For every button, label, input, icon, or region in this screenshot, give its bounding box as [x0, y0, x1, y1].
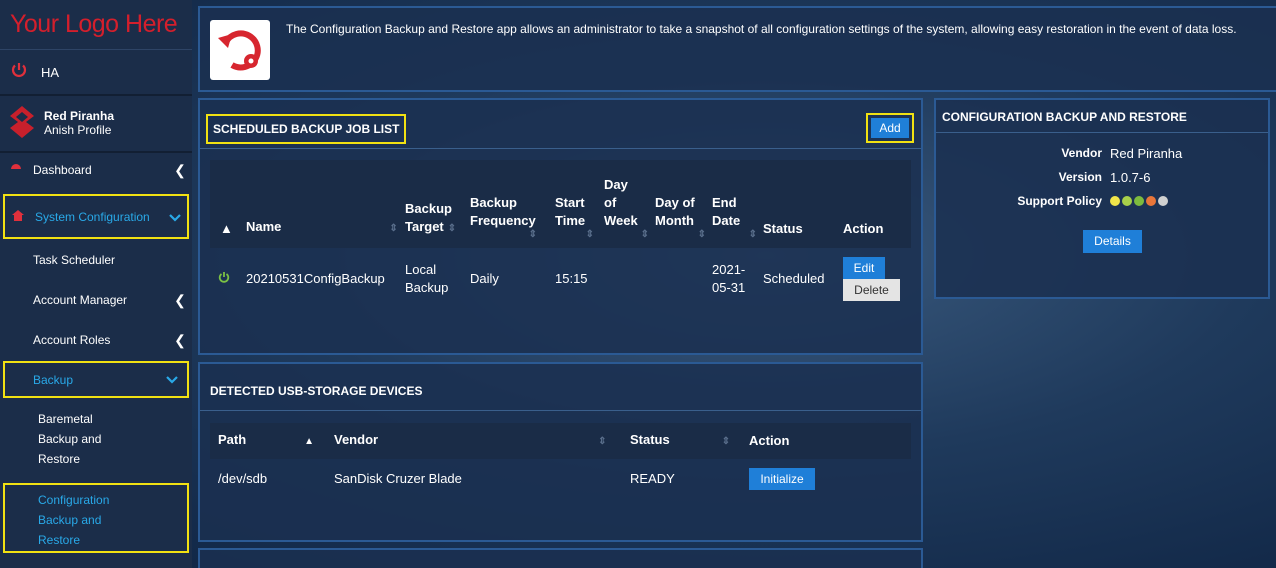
- column-header-target[interactable]: Backup Target ⇕: [405, 160, 470, 248]
- sidebar-item-label: Restore: [38, 452, 81, 466]
- column-header-frequency[interactable]: Backup Frequency ⇕: [470, 160, 555, 248]
- support-policy-dot: [1122, 196, 1132, 206]
- sidebar-item-label: Account Manager: [33, 293, 128, 307]
- usb-device-table: Path ▲ Vendor ⇕ Status ⇕ Action /dev/sdb Sa…: [210, 423, 911, 499]
- power-status-icon: [210, 248, 246, 310]
- support-policy-dot: [1134, 196, 1144, 206]
- power-icon: [10, 61, 30, 84]
- sidebar-item-dashboard[interactable]: Dashboard ❮: [0, 152, 192, 188]
- cell-day-of-week: [604, 248, 655, 310]
- sidebar: Your Logo Here HA Red Piranha Anish Prof…: [0, 0, 192, 568]
- panel-title: SCHEDULED BACKUP JOB LIST: [206, 114, 407, 144]
- version-label: Version: [1058, 170, 1102, 184]
- dashboard-icon: [10, 163, 26, 178]
- column-header-start-time[interactable]: Start Time ⇕: [555, 160, 604, 248]
- add-button-wrap: Add: [866, 113, 914, 143]
- table-row: /dev/sdb SanDisk Cruzer Blade READY Init…: [210, 459, 911, 499]
- column-header-path[interactable]: Path ▲: [210, 423, 334, 459]
- sidebar-item-task-scheduler[interactable]: Task Scheduler: [0, 245, 192, 275]
- profile-name: Anish Profile: [44, 123, 112, 137]
- sidebar-item-label: Backup: [33, 372, 74, 387]
- sidebar-item-label: Configuration: [38, 493, 110, 507]
- ha-item[interactable]: HA: [0, 52, 192, 92]
- chevron-left-icon: ❮: [174, 331, 186, 348]
- sidebar-item-label: Dashboard: [33, 163, 92, 177]
- sidebar-item-account-manager[interactable]: Account Manager ❮: [0, 285, 192, 315]
- config-backup-app-icon: [210, 20, 270, 80]
- chevron-left-icon: ❮: [174, 291, 186, 308]
- column-header-vendor[interactable]: Vendor ⇕: [334, 423, 630, 459]
- column-header-day-of-week[interactable]: Day of Week ⇕: [604, 160, 655, 248]
- cell-day-of-month: [655, 248, 712, 310]
- add-button[interactable]: Add: [871, 118, 909, 138]
- cell-end-date: 2021- 05-31: [712, 262, 746, 295]
- sidebar-item-label: Account Roles: [33, 333, 111, 347]
- details-button[interactable]: Details: [1083, 230, 1142, 253]
- edit-button[interactable]: Edit: [843, 257, 885, 279]
- support-policy-dot: [1110, 196, 1120, 206]
- additional-panel: [198, 548, 923, 568]
- sidebar-item-label: System Configuration: [35, 209, 150, 224]
- cell-path: /dev/sdb: [218, 471, 268, 486]
- logo[interactable]: Your Logo Here: [0, 0, 192, 50]
- sort-asc-icon: ▲: [304, 436, 315, 447]
- column-header-action: Action: [843, 221, 884, 236]
- app-info-panel: The Configuration Backup and Restore app…: [198, 6, 1276, 92]
- org-name: Red Piranha: [44, 109, 115, 123]
- column-header-action: Action: [749, 433, 790, 448]
- vendor-value: Red Piranha: [1110, 146, 1183, 161]
- chevron-left-icon: ❮: [174, 161, 186, 178]
- sidebar-item-configuration-backup[interactable]: Configuration Backup and Restore: [3, 483, 189, 553]
- column-header-status: Status: [763, 221, 803, 236]
- sidebar-item-label: Restore: [38, 533, 81, 547]
- support-policy-dot: [1146, 196, 1156, 206]
- cell-action: Initialize: [749, 459, 911, 499]
- sidebar-item-label: Baremetal: [38, 412, 93, 426]
- support-policy-indicator: [1110, 194, 1168, 208]
- support-policy-label: Support Policy: [1017, 194, 1102, 208]
- sidebar-item-system-configuration[interactable]: System Configuration: [3, 194, 189, 239]
- cell-start-time: 15:15: [555, 271, 588, 286]
- sidebar-item-account-roles[interactable]: Account Roles ❮: [0, 325, 192, 355]
- sidebar-item-baremetal-backup[interactable]: Baremetal Backup and Restore: [0, 409, 192, 469]
- panel-title: CONFIGURATION BACKUP AND RESTORE: [942, 110, 1187, 124]
- cell-status: READY: [630, 471, 675, 486]
- home-icon: [12, 209, 28, 224]
- initialize-button[interactable]: Initialize: [749, 468, 815, 490]
- sidebar-item-label: Task Scheduler: [33, 253, 116, 267]
- column-header-day-of-month[interactable]: Day of Month ⇕: [655, 160, 712, 248]
- chevron-down-icon: [157, 373, 187, 387]
- support-policy-dot: [1158, 196, 1168, 206]
- column-header-status[interactable]: Status ⇕: [630, 423, 749, 459]
- table-row: 20210531ConfigBackup Local Backup Daily 1…: [210, 248, 911, 310]
- sidebar-item-label: Backup and: [38, 432, 102, 446]
- cell-vendor: SanDisk Cruzer Blade: [334, 471, 462, 486]
- scheduled-backup-panel: SCHEDULED BACKUP JOB LIST Add ▲ Name ⇕ Ba…: [198, 98, 923, 355]
- sidebar-item-backup[interactable]: Backup: [3, 361, 189, 398]
- app-description: The Configuration Backup and Restore app…: [286, 22, 1237, 36]
- version-value: 1.0.7-6: [1110, 170, 1151, 185]
- column-header-end-date[interactable]: End Date ⇕: [712, 160, 763, 248]
- ha-label: HA: [41, 64, 60, 80]
- cell-status: Scheduled: [763, 271, 825, 286]
- chevron-down-icon: [163, 209, 187, 225]
- panel-title: DETECTED USB-STORAGE DEVICES: [210, 384, 423, 398]
- cell-target: Local Backup: [405, 262, 449, 295]
- delete-button[interactable]: Delete: [843, 279, 900, 301]
- red-piranha-logo-icon: [10, 105, 34, 141]
- sidebar-item-label: Backup and: [38, 513, 102, 527]
- sort-icon[interactable]: ▲: [210, 160, 246, 248]
- column-header-name[interactable]: Name ⇕: [246, 160, 405, 248]
- usb-devices-panel: DETECTED USB-STORAGE DEVICES Path ▲ Vendo…: [198, 362, 923, 542]
- profile[interactable]: Red Piranha Anish Profile: [0, 96, 192, 150]
- version-row: Version 1.0.7-6: [936, 170, 1268, 185]
- vendor-row: Vendor Red Piranha: [936, 146, 1268, 161]
- config-backup-info-panel: CONFIGURATION BACKUP AND RESTORE Vendor …: [934, 98, 1270, 299]
- cell-frequency: Daily: [470, 271, 499, 286]
- backup-job-table: ▲ Name ⇕ Backup Target ⇕ Backup Frequency ⇕ S…: [210, 160, 911, 310]
- cell-action: Edit Delete: [843, 248, 911, 310]
- vendor-label: Vendor: [1061, 146, 1102, 160]
- cell-name: 20210531ConfigBackup: [246, 271, 385, 286]
- support-policy-row: Support Policy: [936, 194, 1268, 208]
